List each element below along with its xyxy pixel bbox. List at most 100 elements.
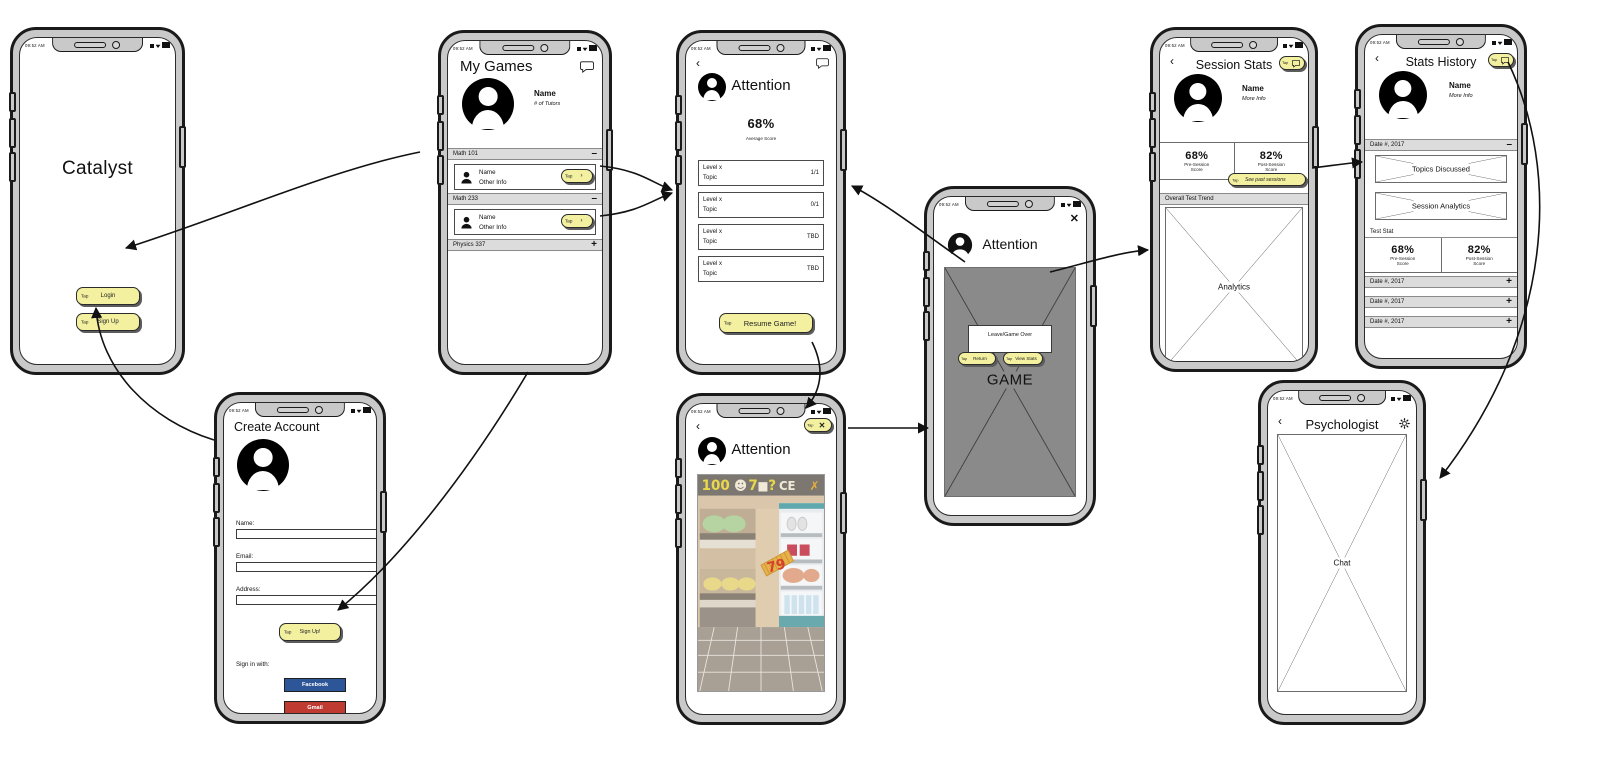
tutor-name: Name [479,169,496,176]
signal-icon [150,44,154,48]
expand-toggle-icon[interactable]: + [591,240,597,250]
section-header-math101[interactable]: Math 101 – [448,148,602,160]
level-value: 0/1 [810,202,819,208]
profile-subtitle: More Info [1242,96,1266,102]
wifi-icon [1396,397,1402,401]
section-header-physics337[interactable]: Physics 337 + [448,239,602,251]
login-button[interactable]: Tap Login [76,287,140,305]
tap-hint: Tap [724,320,732,326]
avatar [462,78,514,130]
phone-attention-levels: 09:52 AM ‹ Attention 68% Average Score L… [675,30,847,375]
level-value: 1/1 [810,170,819,176]
collapse-toggle-icon[interactable]: – [591,194,597,204]
chat-button[interactable]: Tap [1279,56,1305,70]
chat-bubble-icon[interactable] [816,58,829,69]
signin-with-label: Sign in with: [236,661,270,668]
profile-name: Name [1242,84,1264,93]
svg-text:CE: CE [779,479,796,493]
signal-icon [1391,397,1395,401]
signal-icon [811,410,815,414]
resume-game-button[interactable]: Tap Resume Game! [719,313,813,333]
tutor-info: Other Info [479,179,507,186]
level-row[interactable]: Level x Topic 0/1 [698,192,824,218]
gear-icon[interactable] [1399,418,1410,429]
chat-button[interactable]: Tap [1488,53,1514,67]
pre-session-label: Pre-Session Score [1184,161,1210,172]
level-topic: Topic [703,239,718,245]
facebook-button[interactable]: Facebook [284,678,346,692]
profile-subtitle: More Info [1449,93,1473,99]
tutor-name: Name [479,214,496,221]
return-button[interactable]: Tap Return [958,352,996,365]
level-name: Level x [703,261,723,267]
phone-session-stats: 09:52 AM ‹ Session Stats Tap Name More I… [1149,27,1319,372]
page-title: Psychologist [1305,417,1379,432]
see-past-sessions-button[interactable]: Tap See past sessions [1228,173,1306,186]
signup-label: Sign Up [97,319,119,325]
collapse-toggle-icon[interactable]: – [1506,140,1512,150]
tutor-row[interactable]: Name Other Info Tap › [454,209,596,235]
chat-placeholder[interactable]: Chat [1277,434,1407,692]
section-header-math233[interactable]: Math 233 – [448,193,602,205]
phone-attention-game: 09:52 AM ‹ Tap ✕ Attention 100 ☻ 7 ■ ? C… [675,393,847,725]
profile-name: Name [1449,81,1471,90]
entry-date: Date #, 2017 [1370,279,1405,285]
game-viewport[interactable]: 100 ☻ 7 ■ ? CE ✗ 79 [697,474,825,692]
address-input[interactable] [236,595,376,605]
close-game-button[interactable]: Tap ✕ [804,418,832,432]
chat-label: Chat [1329,557,1355,569]
wireflow-canvas: 09:52 AM Catalyst Tap Login Tap Sign Up … [0,0,1622,770]
status-time: 09:52 AM [229,407,249,413]
history-entry-header[interactable]: Date #, 2017 + [1365,276,1517,288]
open-tutor-button[interactable]: Tap › [561,214,593,228]
page-title: Attention [982,236,1038,252]
session-analytics-placeholder[interactable]: Session Analytics [1375,192,1507,220]
expand-toggle-icon[interactable]: + [1506,277,1512,287]
post-session-score: 82% [1259,149,1283,162]
avatar [1174,74,1222,122]
tap-hint: Tap [81,293,89,299]
expand-toggle-icon[interactable]: + [1506,297,1512,307]
person-icon [461,171,472,184]
back-chevron-icon[interactable]: ‹ [690,420,706,432]
tap-hint: Tap [1491,58,1498,62]
overall-test-trend-header: Overall Test Trend [1160,193,1308,205]
see-past-label: See past sessions [1245,176,1286,183]
test-stat-header: Test Stat [1365,227,1517,238]
gmail-label: Gmail [307,705,323,711]
analytics-placeholder[interactable]: Analytics [1165,207,1303,361]
page-title: Create Account [234,420,320,434]
email-input[interactable] [236,562,376,572]
history-entry-header[interactable]: Date #, 2017 – [1365,139,1517,151]
history-entry-header[interactable]: Date #, 2017 + [1365,296,1517,308]
status-time: 09:52 AM [25,42,45,48]
level-row[interactable]: Level x Topic TBD [698,256,824,282]
close-icon[interactable]: ✕ [1070,214,1079,225]
status-time: 09:52 AM [939,201,959,207]
name-input[interactable] [236,529,376,539]
chat-bubble-icon[interactable] [580,61,594,73]
level-row[interactable]: Level x Topic 1/1 [698,160,824,186]
collapse-toggle-icon[interactable]: – [591,149,597,159]
expand-toggle-icon[interactable]: + [1506,317,1512,327]
game-area[interactable]: GAME Leave/Game Over Tap Return Tap View… [944,267,1076,497]
phone-stats-history: 09:52 AM ‹ Stats History Tap Name More I… [1354,24,1528,369]
battery-icon [363,407,371,413]
signup-button[interactable]: Tap Sign Up [76,313,140,331]
wifi-icon [816,410,822,414]
open-tutor-button[interactable]: Tap › [561,169,593,183]
average-score-value: 68% [747,116,775,131]
level-value: TBD [807,234,819,240]
back-chevron-icon[interactable]: ‹ [690,57,706,69]
topics-discussed-placeholder[interactable]: Topics Discussed [1375,155,1507,183]
signup-submit-button[interactable]: Tap Sign Up! [279,623,341,641]
page-title: Attention [731,441,791,458]
section-label: Physics 337 [453,242,486,248]
svg-text:?: ? [768,478,776,494]
view-stats-button[interactable]: Tap View Stats [1003,352,1043,365]
level-row[interactable]: Level x Topic TBD [698,224,824,250]
gmail-button[interactable]: Gmail [284,701,346,713]
game-label: GAME [982,371,1038,389]
history-entry-header[interactable]: Date #, 2017 + [1365,316,1517,328]
tutor-row[interactable]: Name Other Info Tap › [454,164,596,190]
